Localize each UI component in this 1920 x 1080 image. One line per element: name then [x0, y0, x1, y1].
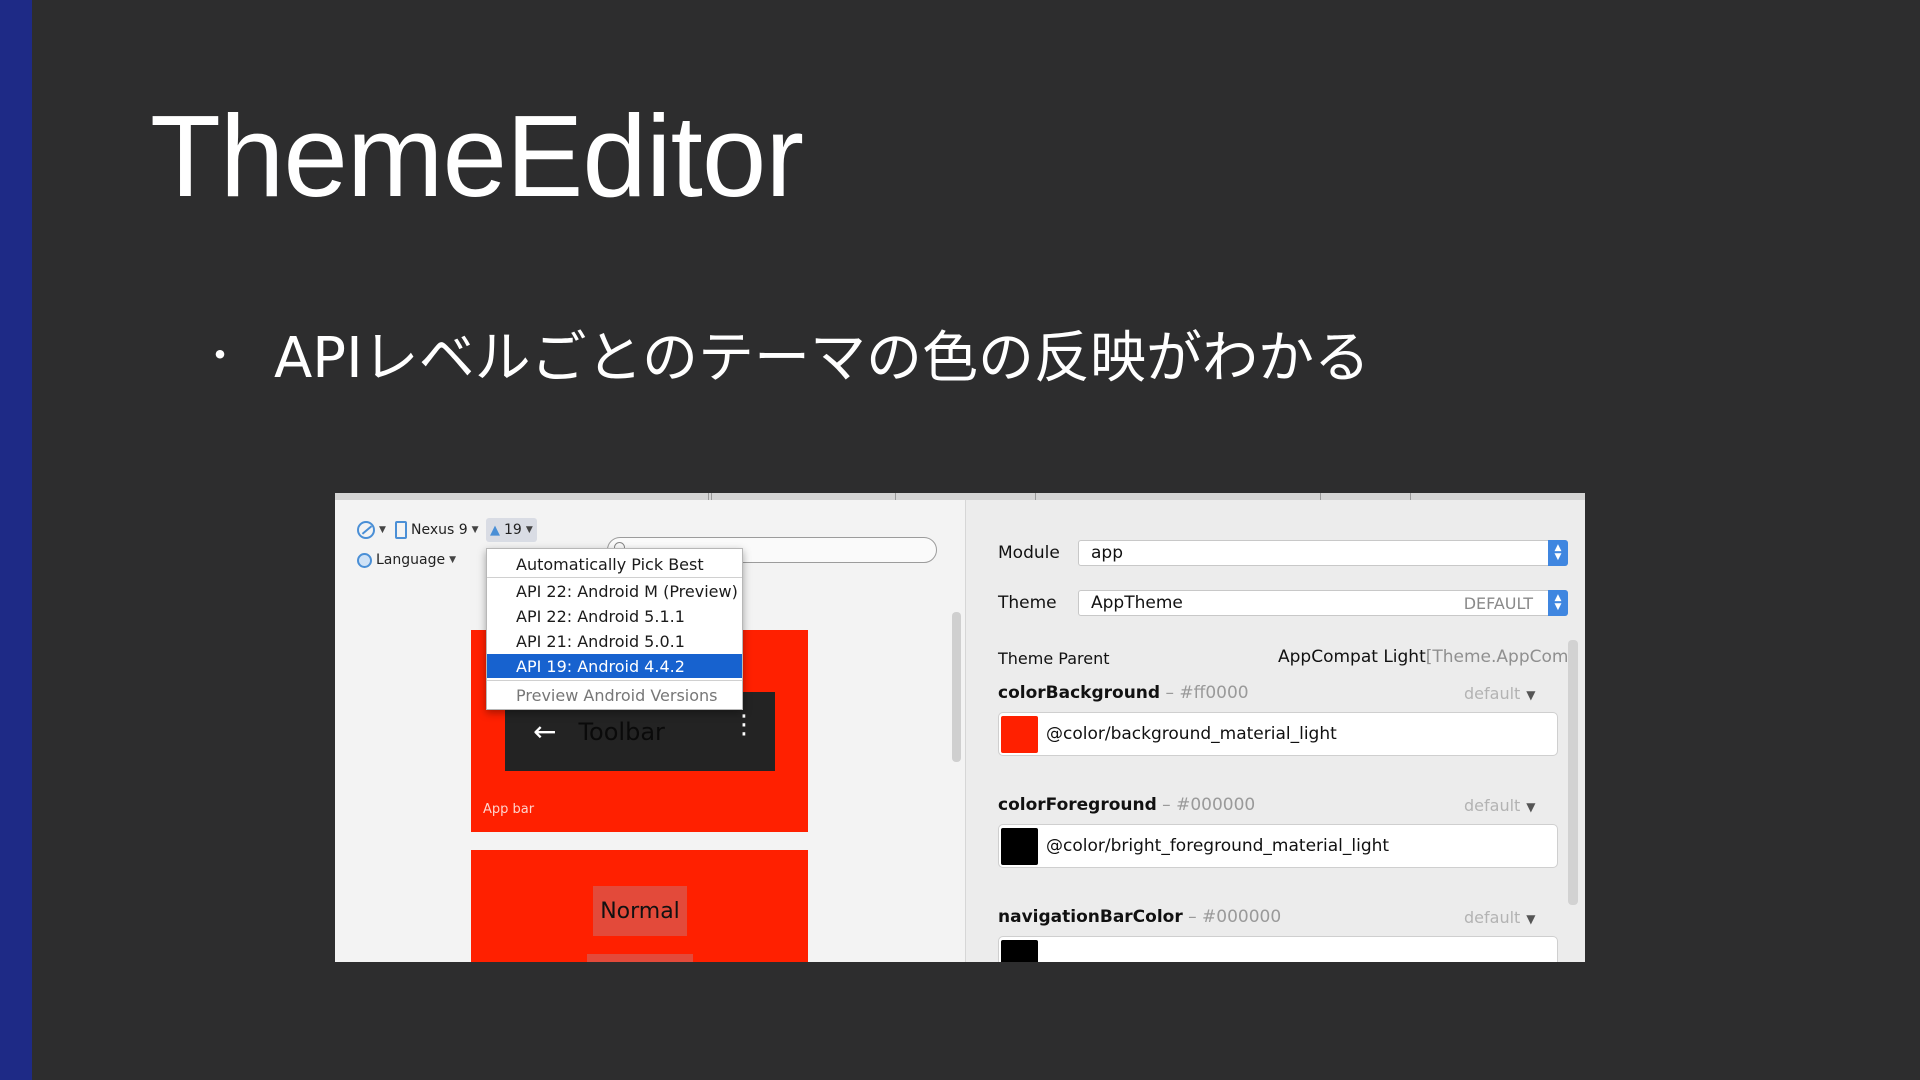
toolbar-title: Toolbar [578, 717, 665, 746]
layout-preview-pane: ▼ Nexus 9 ▼ ▲ 19 ▼ Language ▼ ← Toolbar ⋮ Ap… [335, 500, 965, 962]
module-label: Module [998, 543, 1060, 563]
triangle-down-icon: ▼ [1526, 800, 1536, 814]
tab-divider [895, 493, 896, 500]
tab-divider [711, 493, 712, 500]
attr-name-navigation-bar-color: navigationBarColor – #000000 [998, 907, 1282, 927]
api-menu-item-22-m[interactable]: API 22: Android M (Preview) [487, 579, 742, 603]
slide-accent-bar [0, 0, 32, 1080]
chevron-down-icon: ▼ [449, 555, 457, 565]
language-label: Language [376, 552, 446, 568]
button-preview-partial [587, 954, 693, 962]
preview-scrollbar[interactable] [952, 612, 961, 762]
api-level-dropdown: Automatically Pick Best API 22: Android … [486, 548, 743, 710]
tablet-icon [395, 521, 407, 539]
slide-title: ThemeEditor [150, 91, 804, 221]
color-swatch-red[interactable] [1001, 715, 1038, 753]
color-swatch-black[interactable] [1001, 827, 1038, 865]
api-level-selector[interactable]: ▲ 19 ▼ [486, 518, 537, 542]
menu-separator [487, 577, 742, 578]
properties-scrollbar[interactable] [1568, 640, 1578, 905]
android-icon: ▲ [490, 522, 500, 538]
attr-value-text: @color/bright_foreground_material_light [1046, 836, 1390, 856]
back-arrow-icon: ← [533, 715, 557, 748]
globe-icon [357, 552, 372, 568]
more-vert-icon: ⋮ [731, 710, 757, 740]
bullet-text: APIレベルごとのテーマの色の反映がわかる [274, 326, 1371, 391]
attr-value-text: @color/background_material_light [1046, 724, 1337, 744]
chevron-down-icon: ▼ [379, 525, 386, 535]
api-menu-item-19[interactable]: API 19: Android 4.4.2 [487, 654, 742, 678]
attr-name-color-foreground: colorForeground – #000000 [998, 795, 1256, 815]
stepper-icon: ▲ ▼ [1548, 540, 1568, 566]
attr-default-menu[interactable]: default ▼ [1464, 908, 1536, 927]
color-swatch-black[interactable] [1001, 939, 1038, 962]
api-menu-item-preview-versions[interactable]: Preview Android Versions [487, 683, 742, 707]
device-label: Nexus 9 [411, 522, 468, 538]
language-selector[interactable]: Language ▼ [353, 548, 460, 572]
api-menu-item-21[interactable]: API 21: Android 5.0.1 [487, 629, 742, 653]
api-menu-item-auto[interactable]: Automatically Pick Best [487, 552, 742, 576]
tab-divider [1410, 493, 1411, 500]
bullet-mark: ・ [200, 333, 240, 379]
module-value: app [1091, 543, 1123, 563]
theme-parent-value[interactable]: AppCompat Light[Theme.AppCom [1278, 647, 1568, 667]
chevron-down-icon: ▼ [525, 525, 533, 535]
chevron-down-icon: ▼ [471, 525, 479, 535]
buttons-preview: Normal [471, 850, 808, 962]
tab-divider [1035, 493, 1036, 500]
triangle-down-icon: ▼ [1526, 688, 1536, 702]
triangle-down-icon: ▼ [1526, 912, 1536, 926]
attr-value-navigation-bar-color[interactable] [998, 936, 1558, 962]
normal-button-preview: Normal [593, 886, 687, 936]
theme-select[interactable]: AppTheme DEFAULT ▲ ▼ [1078, 590, 1568, 616]
theme-parent-label: Theme Parent [998, 649, 1110, 668]
attr-name-color-background: colorBackground – #ff0000 [998, 683, 1249, 703]
attr-default-menu[interactable]: default ▼ [1464, 796, 1536, 815]
tab-strip [335, 493, 1585, 500]
stepper-icon: ▲ ▼ [1548, 590, 1568, 616]
tab-divider [1320, 493, 1321, 500]
rotate-icon [357, 521, 375, 539]
device-selector[interactable]: Nexus 9 ▼ [391, 518, 483, 542]
api-menu-item-22[interactable]: API 22: Android 5.1.1 [487, 604, 742, 628]
theme-properties-pane: Module app ▲ ▼ Theme AppTheme DEFAULT ▲ ▼ … [965, 500, 1585, 962]
api-level-label: 19 [504, 522, 522, 538]
attr-value-color-foreground[interactable]: @color/bright_foreground_material_light [998, 824, 1558, 868]
attr-value-color-background[interactable]: @color/background_material_light [998, 712, 1558, 756]
module-select[interactable]: app ▲ ▼ [1078, 540, 1568, 566]
theme-parent-name: AppCompat Light [1278, 647, 1426, 667]
theme-editor-screenshot: ▼ Nexus 9 ▼ ▲ 19 ▼ Language ▼ ← Toolbar ⋮ Ap… [335, 493, 1585, 962]
slide-bullet: ・ APIレベルごとのテーマの色の反映がわかる [200, 313, 1370, 394]
theme-default-tag: DEFAULT [1463, 593, 1533, 613]
theme-parent-full: [Theme.AppCom [1425, 647, 1569, 667]
attr-default-menu[interactable]: default ▼ [1464, 684, 1536, 703]
app-bar-label: App bar [483, 802, 535, 817]
theme-label: Theme [998, 593, 1057, 613]
theme-value: AppTheme [1091, 593, 1183, 613]
menu-separator [487, 680, 742, 681]
orientation-button[interactable]: ▼ [353, 518, 390, 542]
tab-divider [708, 493, 709, 500]
